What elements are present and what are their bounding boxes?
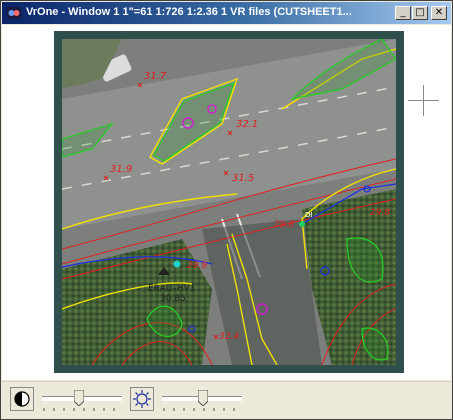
close-icon: ✕	[434, 7, 444, 18]
maximize-icon: □	[415, 7, 425, 18]
vrone-app-icon	[7, 7, 21, 19]
aerial-map-image[interactable]: 31.7 32.1 31.9 31.5 29.9 29.8 32.4 29.8 …	[62, 39, 396, 365]
minimize-icon: _	[400, 7, 406, 18]
spot-elevation-label: 29.8	[370, 208, 390, 218]
feature-point	[299, 221, 305, 227]
contrast-slider-thumb[interactable]	[74, 390, 84, 406]
contrast-slider[interactable]	[42, 390, 122, 412]
title-bar[interactable]: VrOne - Window 1 1"=61 1:726 1:2.36 1 VR…	[2, 2, 451, 24]
app-window: VrOne - Window 1 1"=61 1:726 1:2.36 1 VR…	[0, 0, 453, 420]
image-adjust-toolbar	[2, 381, 451, 419]
contrast-button[interactable]	[10, 387, 34, 411]
spot-elevation-label: 29.8	[274, 220, 294, 230]
survey-marker-name: ERAU–HV1	[148, 284, 195, 294]
brightness-slider-ticks	[163, 408, 235, 411]
spot-elevation-label: 31.9	[110, 164, 132, 175]
spot-elevation-label: 32.1	[236, 119, 258, 130]
map-viewport[interactable]: 31.7 32.1 31.9 31.5 29.9 29.8 32.4 29.8 …	[2, 25, 451, 380]
window-title: VrOne - Window 1 1"=61 1:726 1:2.36 1 VR…	[26, 6, 352, 18]
close-button[interactable]: ✕	[431, 6, 447, 20]
feature-code-label: DI	[305, 211, 312, 219]
minimize-button[interactable]: _	[395, 6, 411, 20]
map-drawing: 31.7 32.1 31.9 31.5 29.9 29.8 32.4 29.8 …	[62, 39, 396, 365]
spot-elevation-label: 29.9	[187, 261, 207, 271]
spot-elevation-label: 32.4	[219, 332, 239, 342]
crosshair-cursor	[408, 85, 439, 116]
contrast-icon	[14, 391, 30, 407]
map-frame: 31.7 32.1 31.9 31.5 29.9 29.8 32.4 29.8 …	[54, 31, 404, 373]
brightness-slider-thumb[interactable]	[198, 390, 208, 406]
maximize-button[interactable]: □	[412, 6, 428, 20]
spot-elevation-label: 31.7	[144, 71, 167, 82]
control-point	[173, 260, 181, 268]
brightness-button[interactable]	[130, 387, 154, 411]
survey-marker-value: 30.85	[160, 294, 186, 304]
brightness-icon	[133, 390, 151, 408]
spot-elevation-label: 31.5	[232, 173, 254, 184]
contrast-slider-ticks	[43, 408, 115, 411]
brightness-slider[interactable]	[162, 390, 242, 412]
